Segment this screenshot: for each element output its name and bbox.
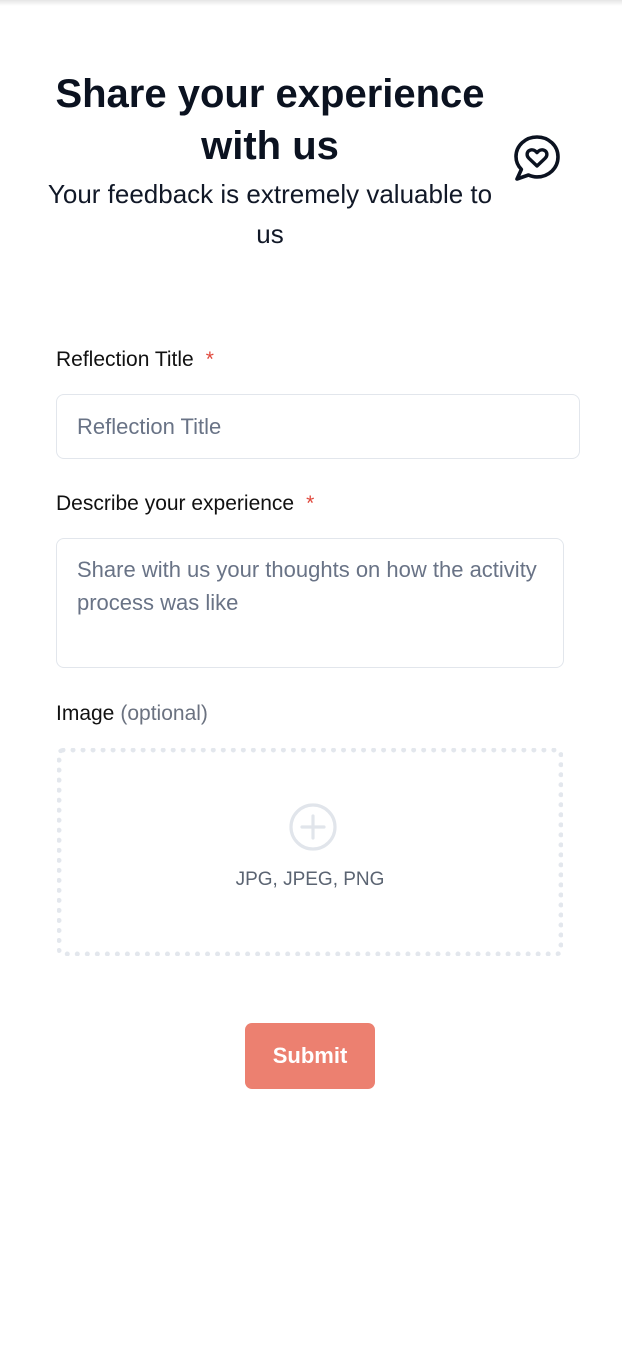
image-label-text: Image [56,702,115,725]
description-label: Describe your experience * [56,492,314,516]
accepted-formats-text: JPG, JPEG, PNG [235,869,385,890]
page-title: Share your experience with us [55,72,485,168]
page-header: Share your experience with us Your feedb… [40,68,500,254]
page-subtitle: Your feedback is extremely valuable to u… [47,179,493,249]
required-marker: * [205,348,214,371]
optional-note: (optional) [120,702,208,725]
top-shadow [0,0,622,6]
submit-button[interactable]: Submit [245,1023,375,1089]
image-label: Image (optional) [56,702,208,726]
description-label-text: Describe your experience [56,492,295,515]
plus-circle-icon [289,803,337,851]
chat-heart-icon [514,135,560,181]
required-marker: * [306,492,315,515]
reflection-title-label: Reflection Title * [56,348,214,372]
reflection-title-label-text: Reflection Title [56,348,194,371]
image-upload-dropzone[interactable]: JPG, JPEG, PNG [57,748,563,956]
feedback-page: Share your experience with us Your feedb… [0,0,622,1370]
description-textarea[interactable] [56,538,564,668]
reflection-title-input[interactable] [56,394,580,459]
